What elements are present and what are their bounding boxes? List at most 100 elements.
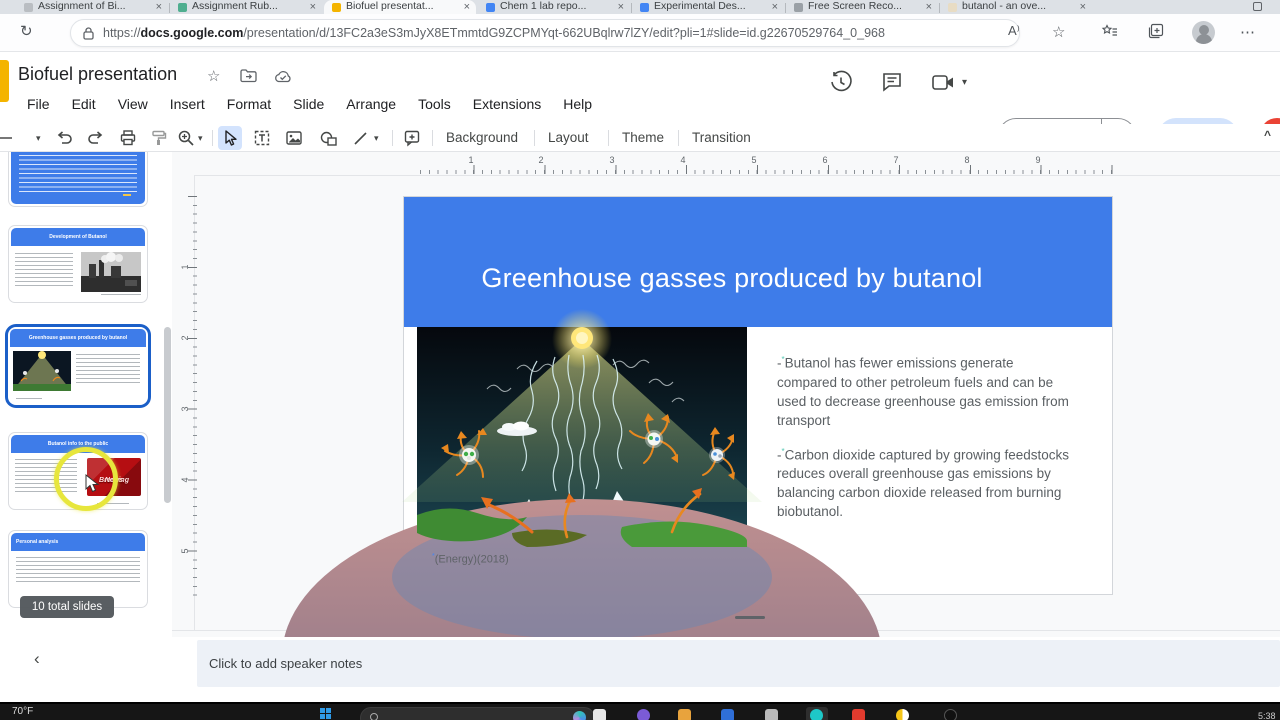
close-icon[interactable]: ×	[464, 1, 470, 13]
tab-title: Free Screen Reco...	[808, 0, 902, 12]
slide-title-banner[interactable]: Greenhouse gasses produced by butanol	[404, 197, 1112, 327]
file-explorer-icon[interactable]	[678, 709, 691, 720]
zoom-tool-dropdown-icon[interactable]: ▾	[198, 133, 203, 144]
background-button[interactable]: Background	[440, 128, 524, 147]
menu-view[interactable]: View	[107, 92, 159, 116]
zoom-level-control[interactable]	[0, 126, 18, 150]
image-citation[interactable]: *(Energy)(2018)	[432, 553, 509, 566]
version-history-icon[interactable]	[830, 70, 852, 93]
filmstrip-scrollbar[interactable]	[164, 327, 171, 503]
reload-icon[interactable]: ↻	[20, 22, 33, 40]
slide-editor-page[interactable]: Greenhouse gasses produced by butanol *(…	[282, 196, 1113, 720]
chevron-left-icon[interactable]: ‹	[34, 649, 40, 669]
browser-tab-active[interactable]: Biofuel presentat... ×	[324, 0, 476, 14]
close-icon[interactable]: ×	[1080, 1, 1086, 13]
browser-menu-icon[interactable]: ⋯	[1240, 23, 1255, 41]
window-restore-icon[interactable]	[1253, 2, 1262, 11]
layout-button[interactable]: Layout	[542, 128, 595, 147]
close-icon[interactable]: ×	[618, 1, 624, 13]
insert-comment-icon[interactable]	[400, 126, 424, 150]
google-slides-logo[interactable]	[0, 60, 9, 102]
taskbar-app-icon[interactable]	[637, 709, 650, 720]
browser-tab[interactable]: Free Screen Reco... ×	[786, 0, 938, 14]
add-favorite-icon[interactable]: ☆	[1052, 23, 1065, 41]
star-document-icon[interactable]: ☆	[207, 67, 220, 85]
weather-widget[interactable]: 70°F	[12, 706, 33, 717]
ruler-inch-ticks	[420, 165, 1114, 174]
browser-profile-avatar[interactable]	[1192, 21, 1215, 44]
slide-thumbnail-1[interactable]	[8, 152, 148, 207]
printer-icon[interactable]	[765, 709, 778, 720]
windows-start-icon[interactable]	[320, 708, 331, 719]
close-icon[interactable]: ×	[310, 1, 316, 13]
menu-arrange[interactable]: Arrange	[335, 92, 407, 116]
address-bar[interactable]: https://docs.google.com/presentation/d/1…	[70, 19, 1020, 47]
menu-slide[interactable]: Slide	[282, 92, 335, 116]
close-icon[interactable]: ×	[926, 1, 932, 13]
screen: Assignment of Bi... × Assignment Rub... …	[0, 0, 1280, 720]
tab-title: Assignment Rub...	[192, 0, 278, 12]
ruler-number: 1	[180, 264, 190, 270]
undo-icon[interactable]	[52, 126, 76, 150]
text-box-icon[interactable]	[250, 126, 274, 150]
print-icon[interactable]	[116, 126, 140, 150]
read-aloud-icon[interactable]: A⁾	[1008, 23, 1020, 39]
redo-icon[interactable]	[84, 126, 108, 150]
zoom-dropdown-icon[interactable]: ▾	[36, 133, 41, 144]
close-icon[interactable]: ×	[772, 1, 778, 13]
collections-icon[interactable]	[1148, 23, 1164, 39]
speaker-notes-row: ‹ Click to add speaker notes	[0, 637, 1280, 687]
collapse-menus-icon[interactable]: ^	[1264, 128, 1271, 142]
copilot-icon	[573, 711, 586, 720]
close-icon[interactable]: ×	[156, 1, 162, 13]
camera-dropdown-icon[interactable]: ▾	[962, 77, 967, 88]
favorites-bar-icon[interactable]	[1101, 23, 1118, 39]
menu-insert[interactable]: Insert	[159, 92, 216, 116]
theme-button[interactable]: Theme	[616, 128, 670, 147]
zoom-icon[interactable]	[174, 126, 198, 150]
ruler-number: 5	[751, 155, 757, 165]
select-tool-icon[interactable]	[218, 126, 242, 150]
taskbar-app-icon[interactable]	[810, 709, 823, 720]
browser-tab[interactable]: Assignment of Bi... ×	[16, 0, 168, 14]
comments-icon[interactable]	[882, 72, 902, 92]
menu-help[interactable]: Help	[552, 92, 603, 116]
menu-file[interactable]: File	[16, 92, 61, 116]
cloud-saved-icon[interactable]	[274, 70, 292, 83]
slide-title-text[interactable]: Greenhouse gasses produced by butanol	[404, 263, 1060, 294]
taskbar-app-icon[interactable]	[896, 709, 909, 720]
tab-title: butanol - an ove...	[962, 0, 1047, 12]
greenhouse-effect-image[interactable]	[282, 309, 882, 720]
browser-tab[interactable]: Experimental Des... ×	[632, 0, 784, 14]
speaker-notes-input[interactable]: Click to add speaker notes	[197, 640, 1280, 687]
transition-button[interactable]: Transition	[686, 128, 757, 147]
taskbar-app-icon[interactable]	[593, 709, 606, 720]
menu-extensions[interactable]: Extensions	[462, 92, 552, 116]
meet-camera-icon[interactable]	[932, 75, 954, 90]
mail-icon[interactable]	[852, 709, 865, 720]
browser-tab[interactable]: Assignment Rub... ×	[170, 0, 322, 14]
document-title[interactable]: Biofuel presentation	[18, 64, 177, 85]
menu-edit[interactable]: Edit	[61, 92, 107, 116]
ruler-inch-ticks	[188, 196, 197, 600]
insert-line-icon[interactable]	[348, 126, 372, 150]
taskbar-clock[interactable]: 5:38	[1258, 711, 1276, 720]
taskbar-search-box[interactable]	[360, 707, 595, 720]
taskbar-app-icon[interactable]	[944, 709, 957, 720]
ruler-number: 3	[180, 406, 190, 412]
slide-thumbnail-3-selected[interactable]: Greenhouse gasses produced by butanol	[8, 327, 148, 405]
move-folder-icon[interactable]	[240, 69, 257, 83]
menu-tools[interactable]: Tools	[407, 92, 462, 116]
menu-format[interactable]: Format	[216, 92, 282, 116]
browser-tab[interactable]: Chem 1 lab repo... ×	[478, 0, 630, 14]
insert-shape-icon[interactable]	[316, 126, 340, 150]
taskbar-app-icon[interactable]	[721, 709, 734, 720]
line-dropdown-icon[interactable]: ▾	[374, 133, 379, 144]
insert-image-icon[interactable]	[282, 126, 306, 150]
notes-resize-handle[interactable]	[735, 616, 765, 619]
browser-tab[interactable]: butanol - an ove... ×	[940, 0, 1092, 14]
slide-body-text[interactable]: -*Butanol has fewer emissions generate c…	[777, 350, 1077, 533]
toolbar-separator	[608, 130, 609, 146]
slide-thumbnail-2[interactable]: Development of Butanol	[8, 225, 148, 303]
paint-format-icon[interactable]	[146, 126, 170, 150]
